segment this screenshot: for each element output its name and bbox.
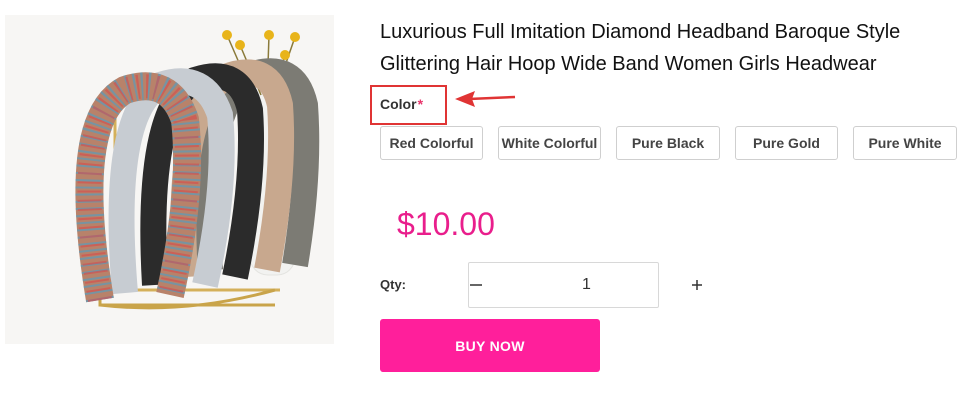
buy-now-button[interactable]: BUY NOW <box>380 319 600 372</box>
increment-button[interactable] <box>690 263 704 307</box>
plus-icon <box>692 280 702 290</box>
required-mark: * <box>417 96 424 112</box>
product-image <box>5 15 334 344</box>
product-title-line-2: Glittering Hair Hoop Wide Band Women Gir… <box>380 53 877 75</box>
color-label: Color* <box>380 96 423 112</box>
color-option-pure-black[interactable]: Pure Black <box>616 126 720 160</box>
product-price: $10.00 <box>397 206 495 242</box>
quantity-input[interactable] <box>483 276 690 294</box>
quantity-stepper <box>468 262 702 308</box>
color-option-white-colorful[interactable]: White Colorful <box>498 126 601 160</box>
quantity-label: Qty: <box>380 277 406 292</box>
product-title-line-1: Luxurious Full Imitation Diamond Headban… <box>380 21 901 43</box>
color-label-text: Color <box>380 96 417 112</box>
color-option-red-colorful[interactable]: Red Colorful <box>380 126 483 160</box>
decrement-button[interactable] <box>469 263 483 307</box>
product-title: Luxurious Full Imitation Diamond Headban… <box>380 16 970 80</box>
color-option-pure-gold[interactable]: Pure Gold <box>735 126 838 160</box>
color-option-pure-white[interactable]: Pure White <box>853 126 957 160</box>
minus-icon <box>470 284 482 286</box>
annotation-arrow-icon <box>455 91 516 107</box>
